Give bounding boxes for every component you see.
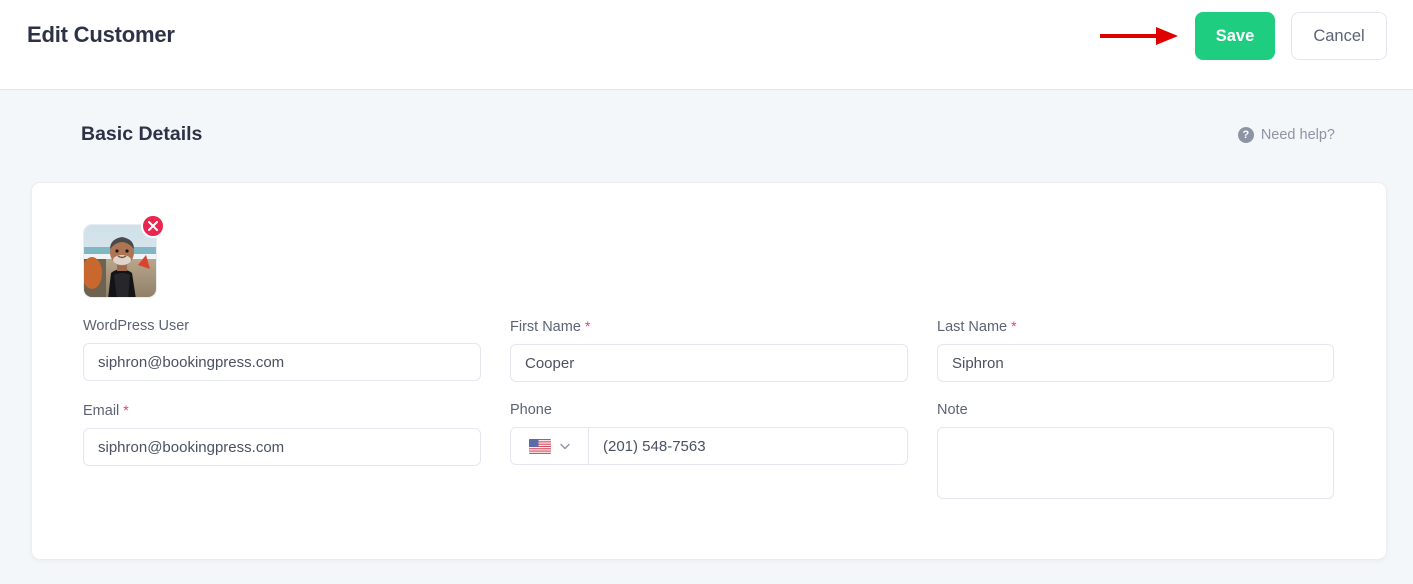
note-label-text: Note	[937, 402, 968, 418]
avatar-container	[83, 214, 165, 298]
wordpress-user-input[interactable]	[83, 343, 481, 381]
note-textarea[interactable]	[937, 427, 1334, 499]
basic-details-form: WordPress User First Name * Last Name *	[83, 318, 1336, 504]
field-wordpress-user: WordPress User	[83, 318, 481, 382]
field-email: Email *	[83, 402, 481, 504]
phone-input-group	[510, 427, 908, 465]
email-label-text: Email	[83, 403, 120, 419]
top-header-bar: Edit Customer Save Cancel	[0, 0, 1413, 90]
header-actions: Save Cancel	[1195, 12, 1387, 60]
need-help-link[interactable]: ? Need help?	[1237, 127, 1335, 143]
email-input[interactable]	[83, 428, 481, 466]
save-button[interactable]: Save	[1195, 12, 1275, 60]
cancel-button[interactable]: Cancel	[1291, 12, 1387, 60]
last-name-label-text: Last Name	[937, 319, 1008, 335]
email-label: Email *	[83, 402, 481, 419]
wordpress-user-label-text: WordPress User	[83, 318, 190, 334]
note-label: Note	[937, 402, 1334, 418]
first-name-input[interactable]	[510, 344, 908, 382]
field-note: Note	[937, 402, 1334, 504]
wordpress-user-label: WordPress User	[83, 318, 481, 334]
basic-details-card: WordPress User First Name * Last Name *	[31, 182, 1387, 560]
phone-number-input[interactable]	[589, 428, 907, 464]
chevron-down-icon	[560, 443, 570, 449]
required-asterisk: *	[584, 318, 591, 334]
first-name-label: First Name *	[510, 318, 908, 335]
field-last-name: Last Name *	[937, 318, 1334, 382]
avatar-remove-button[interactable]	[141, 214, 165, 238]
close-x-icon	[148, 221, 158, 231]
page-body: Basic Details ? Need help? WordPress Use…	[0, 90, 1413, 584]
required-asterisk: *	[123, 402, 129, 418]
page-title: Edit Customer	[27, 22, 175, 47]
first-name-label-text: First Name	[510, 319, 581, 335]
last-name-label: Last Name *	[937, 318, 1334, 335]
us-flag-icon	[529, 438, 551, 454]
field-phone: Phone	[510, 402, 908, 504]
phone-label-text: Phone	[510, 402, 552, 418]
question-circle-icon: ?	[1237, 127, 1254, 143]
country-code-select[interactable]	[511, 428, 589, 464]
need-help-label: Need help?	[1260, 127, 1335, 143]
red-arrow-annotation	[1100, 27, 1178, 45]
required-asterisk: *	[1011, 318, 1017, 334]
field-first-name: First Name *	[510, 318, 908, 382]
phone-label: Phone	[510, 402, 908, 418]
section-title: Basic Details	[81, 123, 203, 145]
last-name-input[interactable]	[937, 344, 1334, 382]
